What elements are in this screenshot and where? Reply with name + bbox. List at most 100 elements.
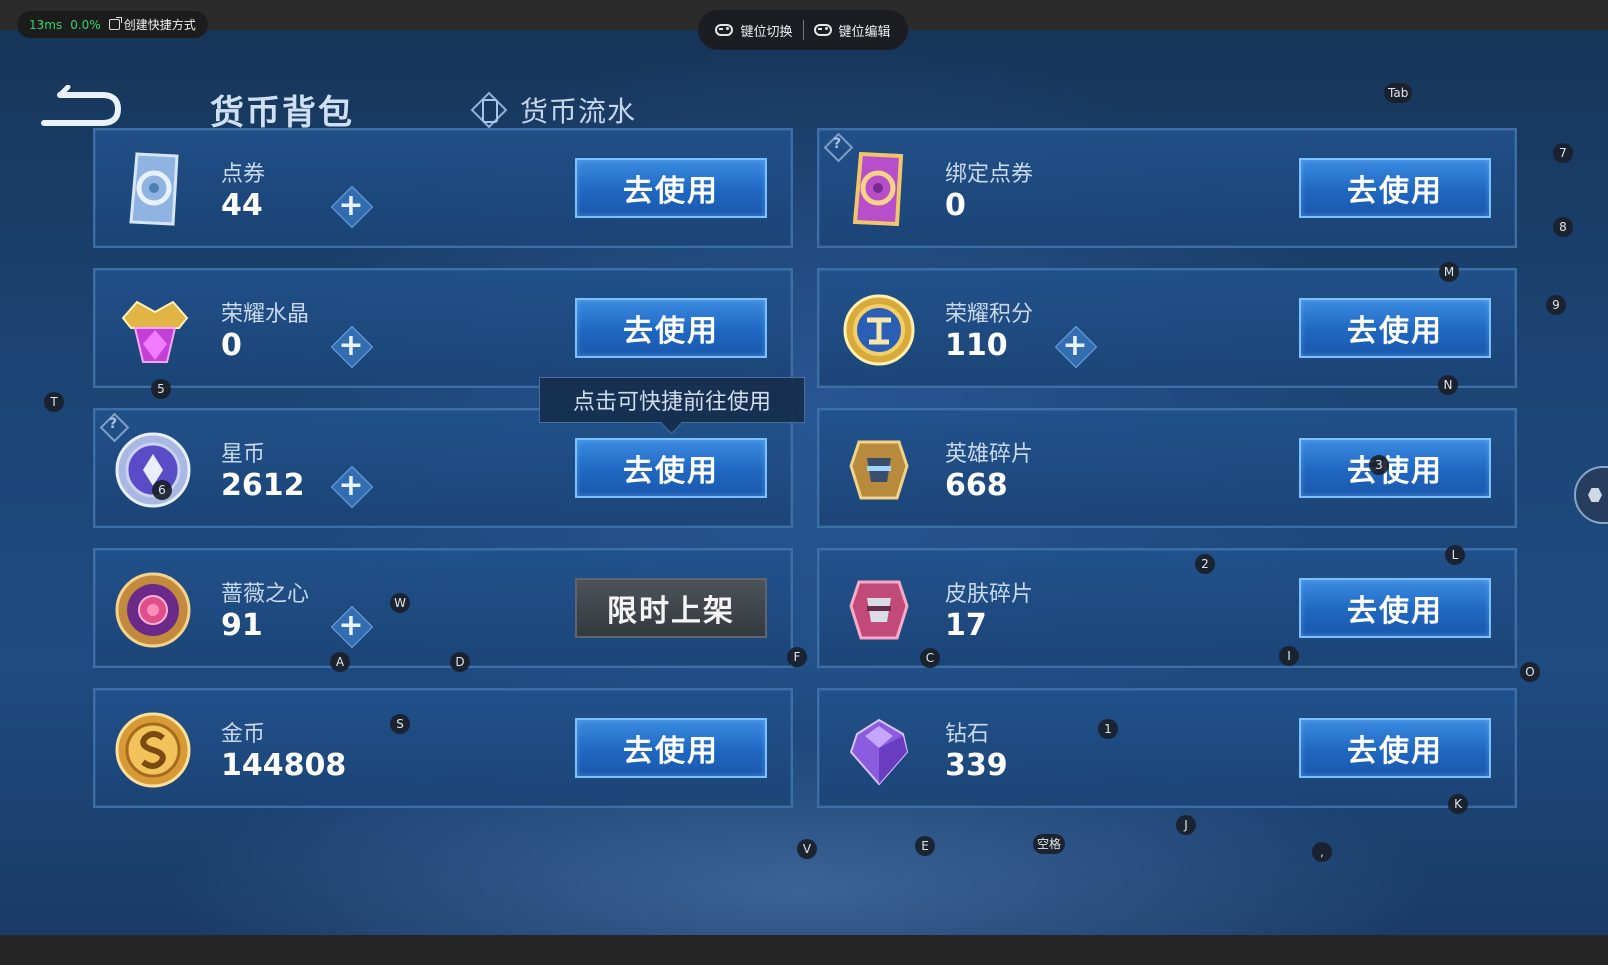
key-marker-k[interactable]: K bbox=[1448, 794, 1468, 814]
key-marker-2[interactable]: 2 bbox=[1195, 554, 1215, 574]
currency-count: 0 bbox=[221, 328, 242, 363]
key-marker-o[interactable]: O bbox=[1520, 662, 1540, 682]
currency-name: 荣耀积分 bbox=[945, 302, 1034, 327]
tab-currency-bag[interactable]: 货币背包 bbox=[210, 85, 354, 134]
currency-card-glory-crystal: 荣耀水晶 0 + 去使用 bbox=[93, 268, 793, 388]
tooltip: 点击可快捷前往使用 bbox=[539, 377, 805, 423]
currency-count: 668 bbox=[945, 468, 1008, 503]
currency-count: 339 bbox=[945, 748, 1008, 783]
currency-name: 绑定点券 bbox=[945, 162, 1034, 187]
key-marker-i[interactable]: I bbox=[1279, 646, 1299, 666]
side-expand-handle[interactable] bbox=[1574, 466, 1608, 524]
create-shortcut-label: 创建快捷方式 bbox=[123, 18, 196, 32]
key-marker-f[interactable]: F bbox=[787, 647, 807, 667]
add-star-coin-button[interactable]: + bbox=[331, 466, 371, 506]
key-marker-space[interactable]: 空格 bbox=[1033, 834, 1066, 854]
key-marker-comma[interactable]: , bbox=[1312, 842, 1332, 862]
use-dianquan-button[interactable]: 去使用 bbox=[575, 158, 767, 218]
bound-coupon-icon bbox=[852, 151, 904, 227]
currency-count: 0 bbox=[945, 188, 966, 223]
add-glory-points-button[interactable]: + bbox=[1055, 326, 1095, 366]
currency-name: 星币 bbox=[221, 442, 266, 467]
skin-shard-icon bbox=[849, 580, 909, 640]
key-marker-s[interactable]: S bbox=[390, 714, 410, 734]
glory-points-icon bbox=[843, 294, 915, 366]
key-marker-j[interactable]: J bbox=[1176, 815, 1196, 835]
key-marker-c[interactable]: C bbox=[920, 648, 940, 668]
key-marker-7[interactable]: 7 bbox=[1553, 143, 1573, 163]
key-marker-d[interactable]: D bbox=[450, 652, 470, 672]
plus-icon: + bbox=[338, 188, 364, 223]
key-marker-m[interactable]: M bbox=[1439, 262, 1459, 282]
key-marker-1[interactable]: 1 bbox=[1098, 719, 1118, 739]
currency-flow-icon bbox=[470, 91, 508, 129]
gamepad-icon bbox=[813, 24, 832, 36]
key-marker-9[interactable]: 9 bbox=[1546, 295, 1566, 315]
currency-card-diamond: 钻石 339 去使用 bbox=[817, 688, 1517, 808]
gold-coin-icon bbox=[115, 712, 191, 788]
currency-name: 荣耀水晶 bbox=[221, 302, 310, 327]
key-marker-tab[interactable]: Tab bbox=[1384, 83, 1413, 103]
use-glory-crystal-button[interactable]: 去使用 bbox=[575, 298, 767, 358]
key-marker-t[interactable]: T bbox=[44, 392, 64, 412]
currency-card-dianquan: 点券 44 + 去使用 bbox=[93, 128, 793, 248]
create-shortcut-link[interactable]: 创建快捷方式 bbox=[108, 16, 196, 33]
currency-count: 91 bbox=[221, 608, 263, 643]
back-arrow-icon[interactable] bbox=[38, 85, 122, 131]
currency-count: 2612 bbox=[221, 468, 305, 503]
currency-name: 点券 bbox=[221, 162, 266, 187]
use-diamond-button[interactable]: 去使用 bbox=[1299, 718, 1491, 778]
emulator-bottom-bar bbox=[0, 935, 1608, 965]
use-skin-shard-button[interactable]: 去使用 bbox=[1299, 578, 1491, 638]
keymap-switch-label: 键位切换 bbox=[740, 24, 793, 40]
shortcut-icon bbox=[108, 17, 122, 30]
currency-count: 17 bbox=[945, 608, 987, 643]
plus-icon: + bbox=[338, 328, 364, 363]
currency-name: 蔷薇之心 bbox=[221, 582, 310, 607]
glory-crystal-icon bbox=[121, 300, 189, 363]
currency-card-glory-points: 荣耀积分 110 + 去使用 bbox=[817, 268, 1517, 388]
diamond-icon bbox=[849, 718, 909, 786]
key-marker-3[interactable]: 3 bbox=[1369, 455, 1389, 475]
packet-loss-value: 0.0% bbox=[70, 17, 101, 32]
currency-card-star-coin: ? 星币 2612 + 去使用 bbox=[93, 408, 793, 528]
currency-name: 钻石 bbox=[945, 722, 990, 747]
key-marker-v[interactable]: V bbox=[797, 839, 817, 859]
currency-count: 110 bbox=[945, 328, 1008, 363]
plus-icon: + bbox=[338, 608, 364, 643]
keymap-edit-button[interactable]: 键位编辑 bbox=[804, 21, 901, 40]
add-dianquan-button[interactable]: + bbox=[331, 186, 371, 226]
currency-count: 144808 bbox=[221, 748, 347, 783]
key-marker-l[interactable]: L bbox=[1445, 545, 1465, 565]
key-marker-8[interactable]: 8 bbox=[1553, 217, 1573, 237]
add-glory-crystal-button[interactable]: + bbox=[331, 326, 371, 366]
plus-icon: + bbox=[338, 468, 364, 503]
rose-heart-icon bbox=[115, 572, 191, 648]
use-glory-points-button[interactable]: 去使用 bbox=[1299, 298, 1491, 358]
key-marker-n[interactable]: N bbox=[1438, 375, 1458, 395]
key-marker-a[interactable]: A bbox=[330, 652, 350, 672]
use-gold-coin-button[interactable]: 去使用 bbox=[575, 718, 767, 778]
add-rose-heart-button[interactable]: + bbox=[331, 606, 371, 646]
currency-card-hero-shard: 英雄碎片 668 去使用 bbox=[817, 408, 1517, 528]
keymap-switch-button[interactable]: 键位切换 bbox=[705, 21, 802, 40]
use-hero-shard-button[interactable]: 去使用 bbox=[1299, 438, 1491, 498]
latency-value: 13ms bbox=[29, 17, 63, 32]
tab-currency-flow[interactable]: 货币流水 bbox=[470, 90, 636, 130]
currency-count: 44 bbox=[221, 188, 263, 223]
limited-release-badge: 限时上架 bbox=[575, 578, 767, 638]
hero-shard-icon bbox=[849, 440, 909, 500]
use-star-coin-button[interactable]: 去使用 bbox=[575, 438, 767, 498]
currency-card-gold-coin: 金币 144808 去使用 bbox=[93, 688, 793, 808]
key-marker-6[interactable]: 6 bbox=[152, 480, 172, 500]
key-marker-e[interactable]: E bbox=[915, 836, 935, 856]
key-marker-5[interactable]: 5 bbox=[151, 379, 171, 399]
use-bound-dianquan-button[interactable]: 去使用 bbox=[1299, 158, 1491, 218]
gamepad-icon bbox=[715, 24, 734, 36]
star-coin-icon bbox=[115, 432, 191, 508]
game-screen: 货币背包 货币流水 点券 44 + 去使用 ? 绑定点券 0 去使用 荣耀水晶 … bbox=[0, 30, 1608, 935]
key-marker-w[interactable]: W bbox=[390, 593, 410, 613]
currency-card-rose-heart: 蔷薇之心 91 + 限时上架 bbox=[93, 548, 793, 668]
currency-name: 皮肤碎片 bbox=[945, 582, 1034, 607]
plus-icon: + bbox=[1062, 328, 1088, 363]
